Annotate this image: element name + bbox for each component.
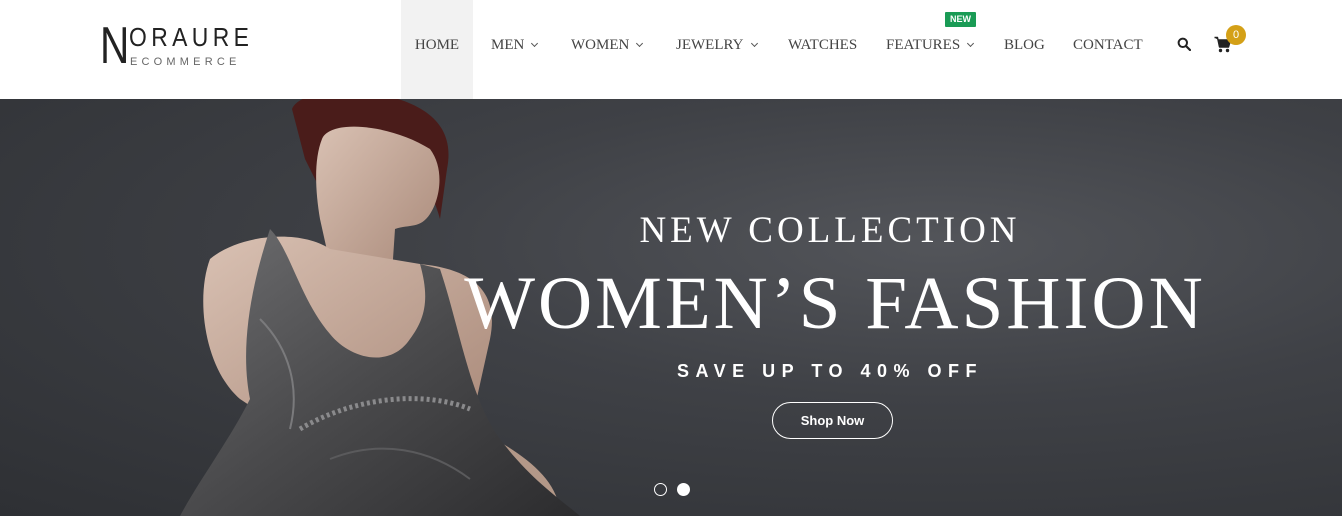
nav-label: MEN bbox=[491, 37, 525, 53]
nav-label: WATCHES bbox=[788, 37, 858, 53]
slider-dot-2[interactable] bbox=[677, 483, 690, 496]
nav-item-blog[interactable]: BLOG bbox=[1004, 0, 1045, 99]
logo-tagline: ECOMMERCE bbox=[130, 56, 241, 68]
nav-item-features[interactable]: NEW FEATURES bbox=[886, 0, 976, 99]
nav-item-jewelry[interactable]: JEWELRY bbox=[676, 0, 758, 99]
nav-label: WOMEN bbox=[571, 37, 630, 53]
nav-item-contact[interactable]: CONTACT bbox=[1073, 0, 1143, 99]
chevron-down-icon bbox=[531, 39, 539, 48]
hero-slider: NEW COLLECTION WOMEN’S FASHION SAVE UP T… bbox=[0, 99, 1342, 516]
hero-eyebrow: NEW COLLECTION bbox=[639, 210, 1021, 251]
hero-headline: WOMEN’S FASHION bbox=[464, 262, 1206, 345]
nav-item-home[interactable]: HOME bbox=[401, 0, 473, 99]
nav-label: HOME bbox=[414, 37, 460, 53]
cart-count-badge: 0 bbox=[1226, 25, 1246, 45]
nav-item-men[interactable]: MEN bbox=[491, 0, 539, 99]
nav-item-women[interactable]: WOMEN bbox=[571, 0, 644, 99]
hero-subtitle: SAVE UP TO 40% OFF bbox=[676, 361, 984, 381]
nav-label: BLOG bbox=[1004, 37, 1045, 53]
nav-label: FEATURES bbox=[886, 37, 961, 53]
slider-dot-1[interactable] bbox=[654, 483, 667, 496]
nav-label: CONTACT bbox=[1073, 37, 1143, 53]
chevron-down-icon bbox=[967, 39, 975, 48]
brand-logo[interactable]: N ORAURE ECOMMERCE bbox=[100, 20, 260, 72]
logo-initial: N bbox=[100, 17, 130, 75]
chevron-down-icon bbox=[636, 39, 644, 48]
site-header: N ORAURE ECOMMERCE HOME MEN WOMEN JEWELR… bbox=[0, 0, 1342, 99]
shop-now-button[interactable]: Shop Now bbox=[772, 402, 893, 439]
search-icon[interactable] bbox=[1177, 37, 1191, 51]
chevron-down-icon bbox=[750, 39, 758, 48]
nav-item-watches[interactable]: WATCHES bbox=[788, 0, 857, 99]
nav-label: JEWELRY bbox=[676, 37, 744, 53]
new-badge: NEW bbox=[945, 12, 976, 27]
logo-name: ORAURE bbox=[129, 22, 254, 52]
